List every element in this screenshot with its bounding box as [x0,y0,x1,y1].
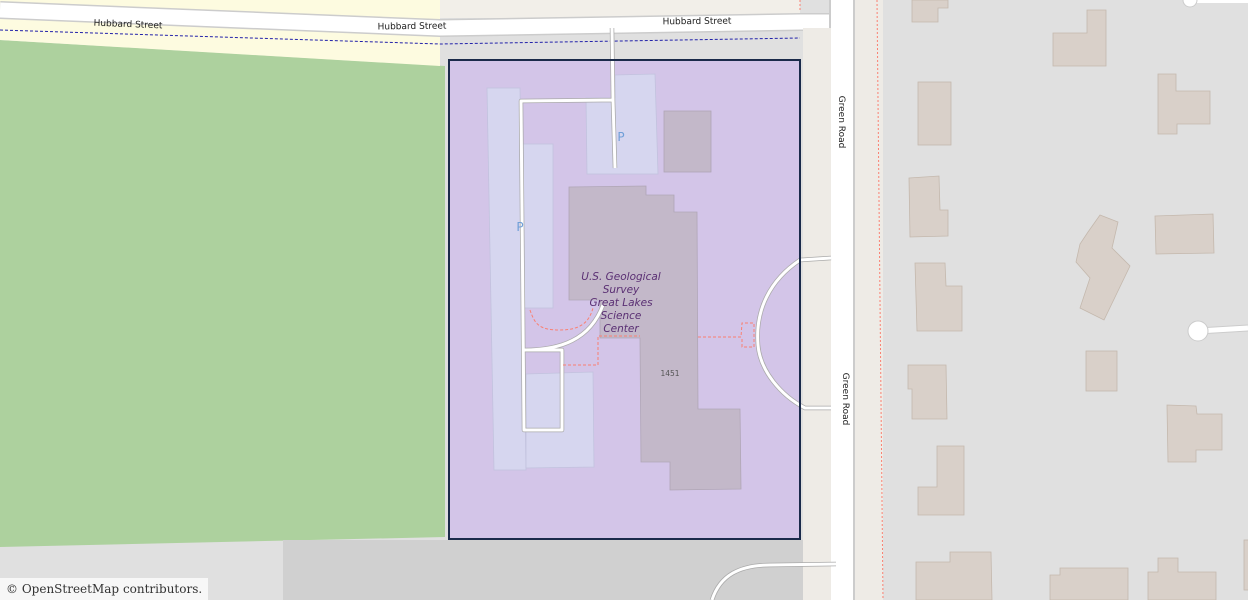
poi-name-line: Center [603,323,639,335]
copyright-symbol: © [6,582,18,596]
lot-area [283,540,803,600]
attribution-text: contributors. [122,582,203,596]
parking-icon: P [516,220,523,234]
annex-building[interactable] [663,110,712,173]
house-number-label: 1451 [660,369,679,378]
street-label-green-2: Green Road [840,373,850,426]
poi-name-line: Survey [603,284,640,296]
sidewalk-strip [803,28,831,600]
map-attribution: © OpenStreetMap contributors. [0,578,209,600]
green-road[interactable] [799,0,884,600]
poi-name-line: Science [601,310,642,322]
sidewalk-strip-east [855,0,883,600]
parking-icon: P [617,130,624,144]
poi-name-line: Great Lakes [589,297,653,309]
street-label-hubbard-2: Hubbard Street [378,22,447,33]
openstreetmap-link[interactable]: OpenStreetMap [22,582,119,596]
street-label-hubbard-3: Hubbard Street [663,17,732,28]
street-label-green-1: Green Road [836,96,846,149]
map-layer: Hubbard Street Hubbard Street Hubbard St… [0,0,1248,600]
forest-area [0,40,445,547]
map-canvas[interactable]: Hubbard Street Hubbard Street Hubbard St… [0,0,1248,600]
poi-name-line: U.S. Geological [581,271,661,283]
